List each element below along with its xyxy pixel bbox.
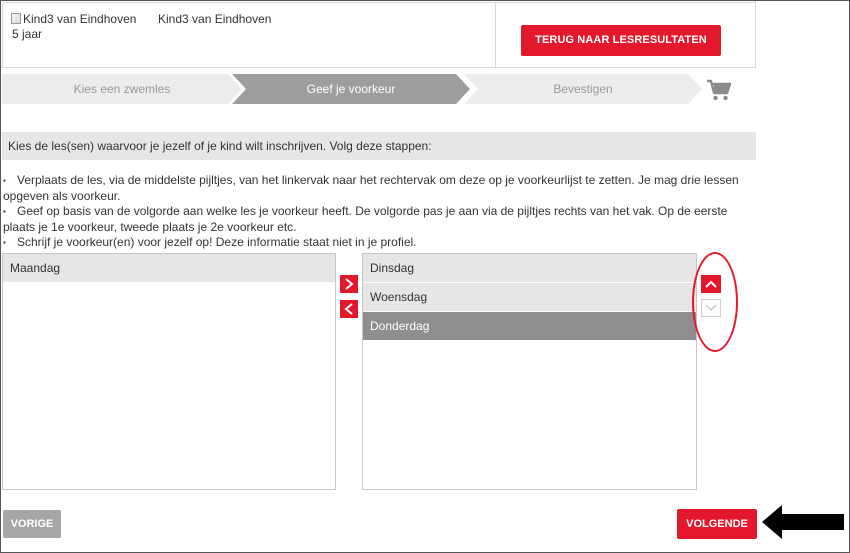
bullet-icon: ▪ xyxy=(3,207,6,216)
step-preference: Geef je voorkeur xyxy=(232,74,470,104)
step-confirm: Bevestigen xyxy=(464,74,702,104)
child-photo: Kind3 van Eindhoven xyxy=(11,12,136,26)
instruction-item: ▪ Verplaats de les, via de middelste pijl… xyxy=(3,173,739,203)
instructions-list: ▪ Verplaats de les, via de middelste pijl… xyxy=(3,173,758,251)
back-to-results-button[interactable]: TERUG NAAR LESRESULTATEN xyxy=(521,25,721,56)
move-right-button[interactable] xyxy=(340,275,358,293)
list-item-selected[interactable]: Donderdag xyxy=(363,312,696,341)
next-button[interactable]: VOLGENDE xyxy=(677,509,757,539)
child-header: Kind3 van Eindhoven Kind3 van Eindhoven … xyxy=(2,2,756,68)
move-left-button[interactable] xyxy=(340,300,358,318)
bullet-icon: ▪ xyxy=(3,238,6,247)
instruction-item: ▪ Geef op basis van de volgorde aan welke… xyxy=(3,204,728,234)
shopping-cart-icon[interactable] xyxy=(706,78,732,102)
child-name: Kind3 van Eindhoven xyxy=(158,12,272,26)
available-lessons-list: Maandag xyxy=(2,253,336,490)
header-divider xyxy=(495,3,496,67)
list-item[interactable]: Woensdag xyxy=(363,283,696,312)
step-choose-lesson[interactable]: Kies een zwemles xyxy=(2,74,242,104)
chevron-right-icon xyxy=(345,278,354,290)
preference-list: Dinsdag Woensdag Donderdag xyxy=(362,253,697,490)
broken-image-icon xyxy=(11,13,21,24)
chevron-left-icon xyxy=(344,303,353,315)
list-item[interactable]: Maandag xyxy=(3,254,335,283)
highlight-ellipse xyxy=(692,252,738,352)
instruction-item: ▪ Schrijf je voorkeur(en) voor jezelf op!… xyxy=(3,235,417,249)
instructions-heading: Kies de les(sen) waarvoor je jezelf of j… xyxy=(2,132,756,160)
bullet-icon: ▪ xyxy=(3,176,6,185)
pointer-arrow-icon xyxy=(762,505,844,539)
list-item[interactable]: Dinsdag xyxy=(363,254,696,283)
progress-steps: Kies een zwemles Geef je voorkeur Bevest… xyxy=(2,74,742,104)
previous-button[interactable]: VORIGE xyxy=(3,510,61,538)
child-age: 5 jaar xyxy=(12,27,43,41)
child-photo-alt: Kind3 van Eindhoven xyxy=(23,12,137,26)
